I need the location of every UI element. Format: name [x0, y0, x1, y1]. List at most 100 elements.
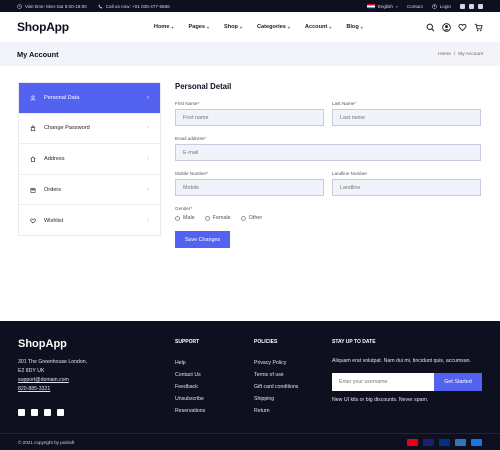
call-us-text: Call us now: +01 035-477-5566 [105, 3, 170, 9]
main-nav: Home ▾ Pages ▾ Shop ▾ Categories ▾ Account ▾ … [154, 24, 363, 30]
footer-phone-link[interactable]: 820-885-3321 [18, 385, 87, 394]
footer-link-gift-card[interactable]: Gift card conditions [254, 381, 298, 393]
footer-policies-heading: POLICIES [254, 339, 278, 345]
footer-link-shipping[interactable]: Shipping [254, 393, 298, 405]
login-link[interactable]: Login [431, 3, 451, 9]
nav-categories[interactable]: Categories ▾ [257, 24, 290, 30]
account-menu-orders[interactable]: Orders › [19, 175, 160, 206]
nav-pages[interactable]: Pages ▾ [188, 24, 209, 30]
topbar-social [460, 3, 483, 9]
chevron-right-icon: › [147, 125, 149, 132]
account-menu-personal-data[interactable]: Personal Data › [19, 83, 160, 114]
lock-icon [30, 125, 36, 132]
get-started-button[interactable]: Get Started [434, 373, 482, 391]
first-name-label: First Name* [175, 101, 200, 106]
save-changes-button[interactable]: Save Changes [175, 231, 230, 248]
account-menu-change-password[interactable]: Change Password › [19, 114, 160, 145]
address-line: 301 The Greenhouse London, [18, 359, 88, 365]
gender-option-label: Female [212, 215, 231, 221]
heart-icon [30, 218, 36, 224]
search-icon[interactable] [426, 23, 435, 32]
footer-link-help[interactable]: Help [175, 357, 205, 369]
instagram-icon[interactable] [478, 3, 483, 9]
footer-social [18, 409, 64, 416]
account-menu-address[interactable]: Address › [19, 144, 160, 175]
footer-link-unsubscribe[interactable]: Unsubscribe [175, 393, 205, 405]
last-name-field[interactable]: Last name [332, 109, 481, 126]
nav-shop[interactable]: Shop ▾ [224, 24, 242, 30]
gender-male-radio[interactable]: Male [175, 215, 195, 221]
email-field[interactable]: E-mail [175, 144, 481, 161]
footer-link-privacy[interactable]: Privacy Policy [254, 357, 298, 369]
twitter-icon[interactable] [469, 3, 474, 9]
newsletter-input[interactable]: Enter your username [332, 373, 434, 391]
facebook-icon[interactable] [460, 3, 465, 9]
site-logo[interactable]: ShopApp [17, 20, 69, 34]
account-menu-label: Change Password [44, 125, 90, 132]
facebook-icon[interactable] [18, 409, 25, 416]
footer-link-feedback[interactable]: Feedback [175, 381, 205, 393]
breadcrumb-separator: / [453, 51, 456, 57]
newsletter-note: New UI kits or big discounts. Never spam… [332, 397, 429, 403]
footer-newsletter: STAY UP TO DATE Aliquam erat volutpat. N… [332, 339, 482, 403]
mastercard-icon [407, 439, 418, 446]
footer-divider [0, 433, 500, 434]
user-icon [431, 3, 437, 9]
footer-link-terms[interactable]: Terms of use [254, 369, 298, 381]
user-icon [30, 95, 36, 101]
visit-time-text: Visit time: Mon-Sat 8:00-18:00 [25, 3, 87, 9]
gpay-icon [471, 439, 482, 446]
footer-support-heading: SUPPORT [175, 339, 200, 345]
visit-time: Visit time: Mon-Sat 8:00-18:00 [17, 4, 87, 9]
footer-link-return[interactable]: Return [254, 405, 298, 417]
nav-blog-label: Blog [346, 24, 359, 30]
phone-icon [98, 4, 103, 8]
linkedin-icon[interactable] [57, 409, 64, 416]
nav-categories-label: Categories [256, 24, 286, 30]
paypal-icon [439, 439, 450, 446]
instagram-icon[interactable] [44, 409, 51, 416]
copyright-text: © 2021 copyright by pxdraft [18, 440, 75, 445]
nav-home[interactable]: Home ▾ [154, 24, 174, 30]
language-select[interactable]: English ▾ [366, 3, 398, 9]
contact-link[interactable]: Contact [407, 4, 423, 9]
chevron-down-icon: ▾ [239, 24, 242, 30]
footer-email-link[interactable]: support@domain.com [18, 376, 87, 385]
footer-link-contact[interactable]: Contact Us [175, 369, 205, 381]
payment-methods [407, 439, 482, 446]
mobile-field[interactable]: Mobile [175, 179, 324, 196]
nav-account[interactable]: Account ▾ [305, 24, 331, 30]
top-bar: Visit time: Mon-Sat 8:00-18:00 Call us n… [0, 0, 500, 12]
clock-icon [17, 3, 22, 9]
twitter-icon[interactable] [31, 409, 38, 416]
gender-label: Gender* [175, 206, 193, 211]
site-footer: ShopApp 301 The Greenhouse London, E2 8D… [0, 321, 500, 450]
footer-link-reservations[interactable]: Reservations [175, 405, 205, 417]
account-menu-wishlist[interactable]: Wishlist › [19, 205, 160, 236]
cart-icon[interactable] [474, 23, 483, 32]
account-menu-label: Personal Data [44, 94, 80, 101]
chevron-down-icon: ▾ [329, 24, 332, 30]
account-icon[interactable] [442, 22, 451, 32]
gender-other-radio[interactable]: Other [240, 215, 262, 221]
landline-label: Landline Number [332, 171, 367, 176]
nav-pages-label: Pages [188, 24, 205, 30]
landline-field[interactable]: Landline [332, 179, 481, 196]
footer-address: 301 The Greenhouse London, E2 8DY UK sup… [18, 358, 87, 394]
first-name-field[interactable]: First name [175, 109, 324, 126]
breadcrumb-current: My Account [458, 51, 483, 57]
amex-icon [455, 439, 466, 446]
chevron-down-icon: ▾ [395, 3, 398, 9]
breadcrumb-home[interactable]: Home [438, 52, 451, 57]
page-title: My Account [17, 49, 59, 59]
footer-logo[interactable]: ShopApp [18, 338, 67, 350]
visa-icon [423, 439, 434, 446]
footer-support: SUPPORT Help Contact Us Feedback Unsubsc… [175, 339, 205, 417]
account-menu-label: Orders [44, 186, 62, 193]
home-icon [30, 156, 36, 162]
uk-flag-icon [366, 3, 375, 9]
account-menu-label: Address [44, 155, 65, 162]
nav-blog[interactable]: Blog ▾ [346, 24, 362, 30]
gender-female-radio[interactable]: Female [204, 215, 231, 221]
heart-icon[interactable] [458, 23, 467, 32]
